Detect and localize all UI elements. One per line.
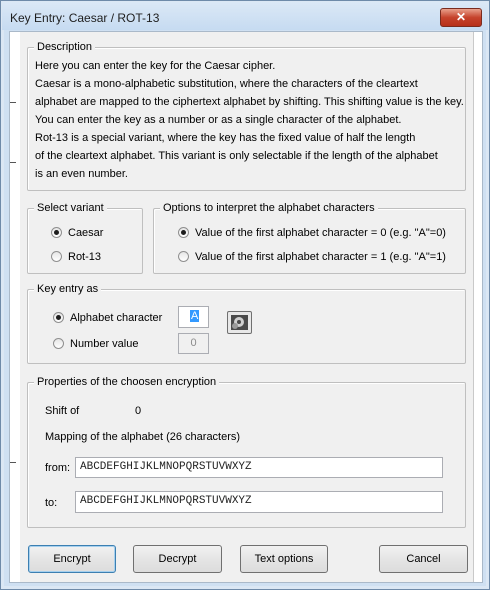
alphabet-char-value: A — [190, 310, 200, 322]
description-line: Caesar is a mono-alphabetic substitution… — [35, 78, 418, 90]
interpret-group: Options to interpret the alphabet charac… — [153, 202, 466, 274]
variant-group: Select variant Caesar Rot-13 — [27, 202, 143, 274]
from-alphabet-field[interactable]: ABCDEFGHIJKLMNOPQRSTUVWXYZ — [75, 457, 443, 478]
number-value-text: 0 — [190, 337, 197, 349]
description-line: of the cleartext alphabet. This variant … — [35, 150, 438, 162]
description-group: Description Here you can enter the key f… — [27, 41, 466, 191]
alphabet-char-radio[interactable] — [53, 312, 64, 323]
to-label: to: — [45, 497, 58, 509]
rot13-label[interactable]: Rot-13 — [68, 250, 101, 264]
divider — [10, 102, 16, 103]
encrypt-button[interactable]: Encrypt — [28, 545, 116, 573]
caesar-label[interactable]: Caesar — [68, 226, 103, 240]
shift-value: 0 — [135, 405, 142, 417]
key-entry-group: Key entry as Alphabet character A Number… — [27, 283, 466, 364]
alphabet-picker-button[interactable] — [227, 311, 252, 334]
dialog-client: Description Here you can enter the key f… — [9, 31, 483, 583]
properties-group: Properties of the choosen encryption Shi… — [27, 376, 466, 528]
background-window-edge — [473, 32, 482, 582]
interpret-zero-label[interactable]: Value of the first alphabet character = … — [195, 226, 446, 240]
cancel-button[interactable]: Cancel — [379, 545, 468, 573]
description-line: alphabet are mapped to the ciphertext al… — [35, 96, 464, 108]
rot13-radio[interactable] — [51, 251, 62, 262]
decrypt-button[interactable]: Decrypt — [133, 545, 222, 573]
interpret-zero-radio[interactable] — [178, 227, 189, 238]
background-window-strip — [10, 32, 20, 582]
key-entry-legend: Key entry as — [34, 283, 102, 296]
number-value-label[interactable]: Number value — [70, 337, 138, 351]
mapping-label: Mapping of the alphabet (26 characters) — [45, 431, 241, 443]
interpret-legend: Options to interpret the alphabet charac… — [160, 202, 378, 215]
close-icon: ✕ — [455, 10, 467, 24]
text-options-button[interactable]: Text options — [240, 545, 328, 573]
variant-legend: Select variant — [34, 202, 107, 215]
interpret-one-label[interactable]: Value of the first alphabet character = … — [195, 250, 446, 264]
divider — [10, 462, 16, 463]
description-line: Rot-13 is a special variant, where the k… — [35, 132, 416, 144]
properties-legend: Properties of the choosen encryption — [34, 376, 220, 389]
description-line: is an even number. — [35, 168, 128, 180]
caesar-radio[interactable] — [51, 227, 62, 238]
number-value-input[interactable]: 0 — [178, 333, 209, 354]
close-button[interactable]: ✕ — [440, 8, 482, 27]
alphabet-char-input[interactable]: A — [178, 306, 209, 328]
divider — [10, 162, 16, 163]
window-title: Key Entry: Caesar / ROT-13 — [10, 11, 160, 25]
dialog-window: Key Entry: Caesar / ROT-13 ✕ Description… — [0, 0, 490, 590]
from-label: from: — [45, 462, 71, 474]
shift-label: Shift of — [45, 405, 80, 417]
gear-icon — [231, 315, 248, 330]
interpret-one-radio[interactable] — [178, 251, 189, 262]
description-line: You can enter the key as a number or as … — [35, 114, 402, 126]
title-bar[interactable]: Key Entry: Caesar / ROT-13 ✕ — [2, 2, 488, 30]
description-line: Here you can enter the key for the Caesa… — [35, 60, 276, 72]
description-legend: Description — [34, 41, 96, 54]
to-alphabet-field[interactable]: ABCDEFGHIJKLMNOPQRSTUVWXYZ — [75, 491, 443, 513]
alphabet-char-label[interactable]: Alphabet character — [70, 311, 162, 325]
number-value-radio[interactable] — [53, 338, 64, 349]
